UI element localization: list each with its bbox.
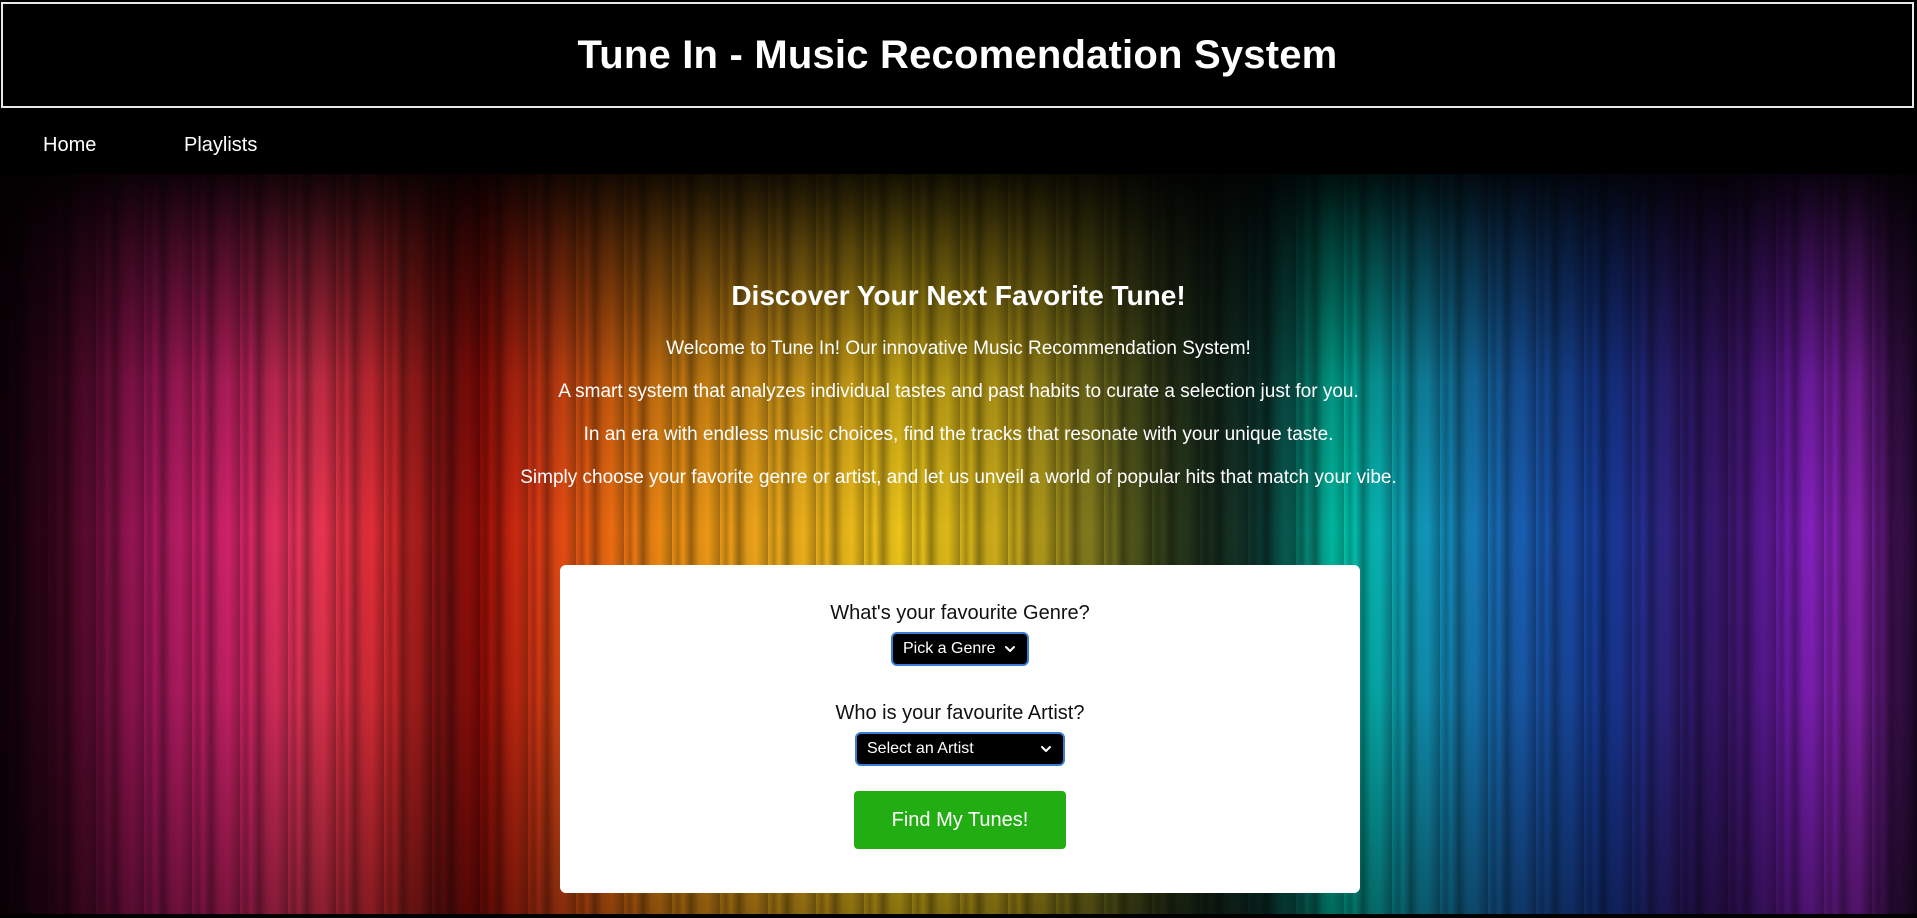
site-header: Tune In - Music Recomendation System bbox=[1, 2, 1914, 108]
site-title: Tune In - Music Recomendation System bbox=[577, 32, 1338, 77]
page: Tune In - Music Recomendation System Hom… bbox=[0, 0, 1917, 918]
hero-line-4: Simply choose your favorite genre or art… bbox=[520, 467, 1397, 488]
nav-home-link[interactable]: Home bbox=[43, 134, 96, 157]
hero-section: Discover Your Next Favorite Tune! Welcom… bbox=[0, 174, 1917, 914]
hero-line-3: In an era with endless music choices, fi… bbox=[583, 424, 1334, 445]
chevron-down-icon bbox=[1003, 642, 1017, 656]
chevron-down-icon bbox=[1039, 742, 1053, 756]
artist-select-value: Select an Artist bbox=[867, 740, 974, 757]
hero-title: Discover Your Next Favorite Tune! bbox=[731, 280, 1186, 311]
nav-playlists-link[interactable]: Playlists bbox=[184, 134, 257, 157]
hero-line-1: Welcome to Tune In! Our innovative Music… bbox=[666, 338, 1251, 359]
genre-select-value: Pick a Genre bbox=[903, 640, 996, 657]
main-nav: Home Playlists bbox=[0, 110, 1917, 174]
recommendation-form-card: What's your favourite Genre? Pick a Genr… bbox=[560, 565, 1360, 893]
artist-select[interactable]: Select an Artist bbox=[855, 732, 1065, 766]
hero-line-2: A smart system that analyzes individual … bbox=[558, 381, 1359, 402]
find-my-tunes-button[interactable]: Find My Tunes! bbox=[854, 791, 1066, 849]
genre-label: What's your favourite Genre? bbox=[830, 602, 1090, 624]
genre-select[interactable]: Pick a Genre bbox=[891, 632, 1029, 666]
artist-label: Who is your favourite Artist? bbox=[835, 702, 1085, 724]
